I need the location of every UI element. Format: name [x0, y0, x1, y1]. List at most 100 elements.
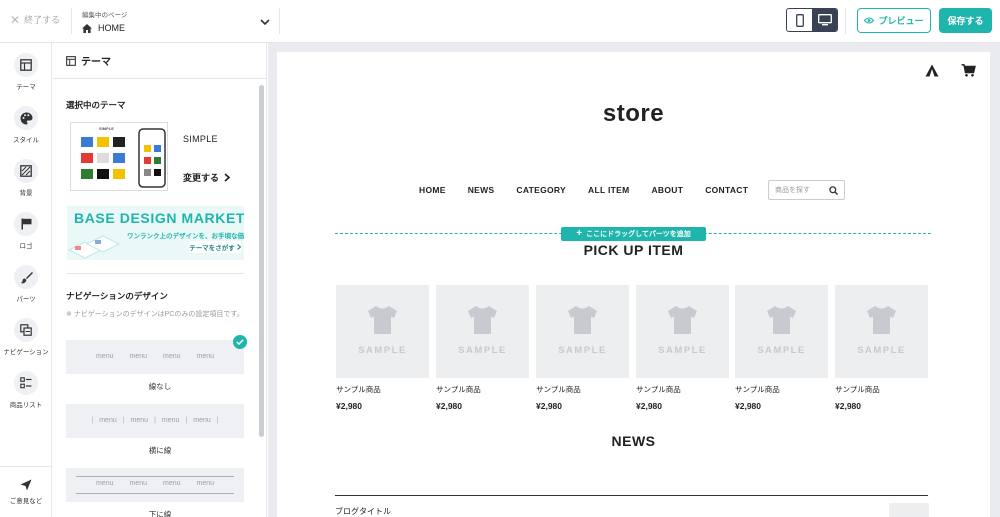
product-card[interactable]: SAMPLE サンプル商品 ¥2,980	[735, 285, 828, 411]
mobile-view-button[interactable]	[787, 9, 812, 31]
page-selector[interactable]: 編集中のページ HOME	[82, 9, 272, 33]
theme-panel: テーマ 選択中のテーマ SIMPLE SIMPLE 変更する BASE DESI…	[53, 43, 267, 517]
sidebar-item-navigation[interactable]: ナビゲーション	[0, 318, 52, 356]
divider	[335, 495, 928, 496]
sample-label: SAMPLE	[458, 345, 507, 356]
sample-label: SAMPLE	[358, 345, 407, 356]
selected-theme-heading: 選択中のテーマ	[66, 100, 126, 110]
change-theme-label: 変更する	[183, 173, 220, 183]
sample-label: SAMPLE	[558, 345, 607, 356]
preview-button[interactable]: プレビュー	[857, 8, 931, 33]
find-theme-label: テーマをさがす	[189, 245, 235, 252]
tshirt-icon	[668, 306, 697, 334]
feedback-section: ご意見など	[0, 466, 52, 517]
product-image: SAMPLE	[636, 285, 729, 378]
sidebar-item-label: 背景	[19, 190, 33, 197]
store-navigation: HOME NEWS CATEGORY ALL ITEM ABOUT CONTAC…	[419, 185, 748, 195]
nav-option-item: menu	[130, 417, 149, 424]
find-theme-button[interactable]: テーマをさがす	[189, 241, 241, 253]
sidebar-item-label: パーツ	[16, 296, 36, 303]
nav-item-category[interactable]: CATEGORY	[516, 185, 566, 195]
top-toolbar: ✕ 終了する 編集中のページ HOME プレビュー 保存する	[0, 0, 1000, 43]
layout-icon	[20, 59, 32, 71]
drop-zone-label: ここにドラッグしてパーツを追加	[586, 231, 691, 238]
product-card[interactable]: SAMPLE サンプル商品 ¥2,980	[336, 285, 429, 411]
nav-option-no-line[interactable]: menu menu menu menu	[66, 340, 244, 374]
nav-item-all-item[interactable]: ALL ITEM	[588, 185, 629, 195]
product-card[interactable]: SAMPLE サンプル商品 ¥2,980	[536, 285, 629, 411]
tshirt-icon	[368, 306, 397, 334]
cart-icon[interactable]	[961, 64, 976, 77]
product-name: サンプル商品	[636, 385, 681, 394]
nav-option-label: 線なし	[148, 382, 172, 391]
search-icon	[829, 186, 838, 195]
separator-line	[76, 476, 234, 477]
tent-icon[interactable]	[925, 64, 939, 77]
background-icon	[20, 165, 32, 177]
design-market-banner[interactable]: BASE DESIGN MARKET ワンランク上のデザインを、お手頃な価格で …	[67, 206, 244, 260]
page-name: HOME	[98, 23, 125, 33]
product-price: ¥2,980	[536, 401, 562, 411]
sidebar-item-logo[interactable]: ロゴ	[0, 212, 52, 250]
nav-item-about[interactable]: ABOUT	[651, 185, 683, 195]
product-card[interactable]: SAMPLE サンプル商品 ¥2,980	[436, 285, 529, 411]
nav-item-news[interactable]: NEWS	[468, 185, 495, 195]
product-image: SAMPLE	[536, 285, 629, 378]
sidebar-item-product-list[interactable]: 商品リスト	[0, 371, 52, 409]
product-card[interactable]: SAMPLE サンプル商品 ¥2,980	[636, 285, 729, 411]
sidebar-item-label: ナビゲーション	[3, 349, 49, 356]
banner-title: BASE DESIGN MARKET	[74, 210, 244, 226]
news-item-title[interactable]: ブログタイトル	[335, 506, 391, 517]
tshirt-icon	[767, 306, 796, 334]
save-button[interactable]: 保存する	[939, 8, 992, 33]
search-input[interactable]: 商品を探す	[768, 180, 845, 200]
nav-option-vertical-lines[interactable]: | menu | menu | menu | menu |	[66, 404, 244, 438]
pickup-heading: PICK UP ITEM	[583, 242, 684, 258]
theme-name: SIMPLE	[183, 134, 218, 144]
product-price: ¥2,980	[336, 401, 362, 411]
nav-item-contact[interactable]: CONTACT	[705, 185, 748, 195]
nav-option-item: menu	[95, 480, 114, 487]
sample-label: SAMPLE	[857, 345, 906, 356]
nav-option-underline[interactable]: menu menu menu menu	[66, 468, 244, 502]
sidebar-item-label: スタイル	[13, 137, 39, 144]
sidebar-item-label: テーマ	[16, 84, 36, 91]
product-image: SAMPLE	[835, 285, 928, 378]
panel-title: テーマ	[81, 57, 111, 68]
sidebar-item-theme[interactable]: テーマ	[0, 53, 52, 91]
add-part-drop-zone[interactable]: + ここにドラッグしてパーツを追加	[561, 227, 706, 241]
product-card[interactable]: SAMPLE サンプル商品 ¥2,980	[835, 285, 928, 411]
list-icon	[20, 377, 32, 389]
nav-item-home[interactable]: HOME	[419, 185, 446, 195]
sidebar-item-style[interactable]: スタイル	[0, 106, 52, 144]
product-image: SAMPLE	[735, 285, 828, 378]
sidebar-item-background[interactable]: 背景	[0, 159, 52, 197]
product-image: SAMPLE	[436, 285, 529, 378]
nav-design-note: ※ ナビゲーションのデザインはPCのみの設定項目です。	[66, 311, 244, 318]
news-thumbnail	[889, 503, 929, 517]
change-theme-link[interactable]: 変更する	[183, 171, 231, 184]
flag-icon	[21, 218, 31, 230]
desktop-view-button[interactable]	[812, 9, 837, 31]
tshirt-icon	[568, 306, 597, 334]
exit-button[interactable]: ✕ 終了する	[10, 13, 60, 26]
product-price: ¥2,980	[835, 401, 861, 411]
sidebar-item-parts[interactable]: パーツ	[0, 265, 52, 303]
nav-option-item: menu	[129, 353, 147, 360]
chevron-down-icon	[260, 19, 270, 26]
separator-line	[76, 493, 234, 494]
feedback-button[interactable]: ご意見など	[0, 479, 52, 505]
nav-option-item: menu	[161, 417, 180, 424]
sample-label: SAMPLE	[658, 345, 707, 356]
divider	[71, 8, 72, 34]
store-logo[interactable]: store	[277, 100, 990, 128]
nav-option-item: menu	[129, 480, 147, 487]
nav-option-item: menu	[99, 417, 117, 424]
chevron-right-icon	[236, 244, 241, 250]
eye-icon	[864, 17, 875, 24]
product-name: サンプル商品	[436, 385, 481, 394]
tshirt-icon	[867, 306, 896, 334]
separator-line: |	[122, 417, 125, 424]
exit-label: 終了する	[24, 15, 61, 25]
product-price: ¥2,980	[735, 401, 761, 411]
